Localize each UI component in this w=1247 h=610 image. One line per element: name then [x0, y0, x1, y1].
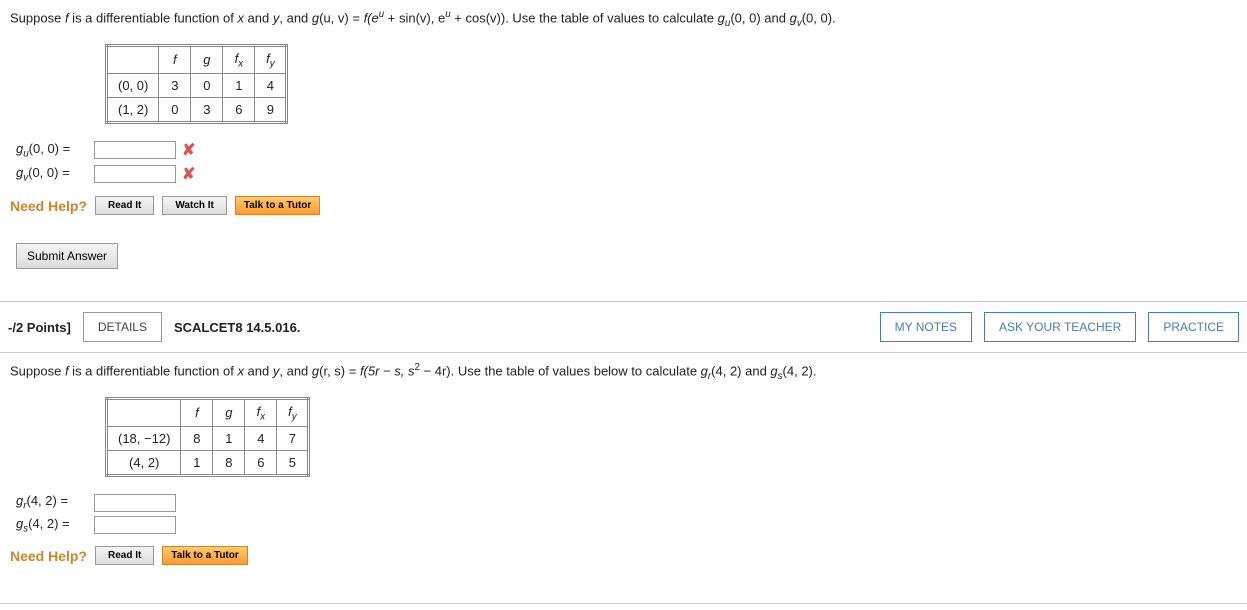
table-cell: 4 — [245, 427, 277, 451]
bottom-divider — [0, 603, 1247, 604]
practice-button[interactable]: PRACTICE — [1148, 312, 1239, 342]
text: is a differentiable function of — [69, 10, 238, 25]
text: (4, 2) and — [711, 363, 770, 378]
table-row: (4, 2) 1 8 6 5 — [107, 451, 309, 476]
text: and — [244, 363, 273, 378]
q2-prompt: Suppose f is a differentiable function o… — [10, 361, 1237, 385]
text: is a differentiable function of — [69, 363, 238, 378]
table-header — [107, 398, 181, 427]
table-cell: 9 — [255, 98, 287, 123]
text: , and — [279, 363, 312, 378]
watch-it-button[interactable]: Watch It — [162, 196, 227, 215]
table-cell: 7 — [277, 427, 309, 451]
q2-table: f g fx fy (18, −12) 8 1 4 7 (4, 2) 1 8 6… — [105, 397, 310, 478]
q1-answer-gv: gv(0, 0) = ✘ — [16, 164, 1237, 184]
points-label: -/2 Points] — [8, 320, 71, 335]
text: g — [770, 363, 777, 378]
answer-input-gr[interactable] — [94, 494, 176, 512]
submit-answer-button[interactable]: Submit Answer — [16, 243, 118, 269]
text: g — [701, 363, 708, 378]
text: , and — [279, 10, 312, 25]
question-header-bar: -/2 Points] DETAILS SCALCET8 14.5.016. M… — [0, 301, 1247, 353]
answer-input-gu[interactable] — [94, 141, 176, 159]
q1-answer-gu: gu(0, 0) = ✘ — [16, 140, 1237, 160]
read-it-button[interactable]: Read It — [95, 196, 154, 215]
table-header: fx — [245, 398, 277, 427]
text: − 4r). Use the table of values below to … — [420, 363, 701, 378]
q1-table: f g fx fy (0, 0) 3 0 1 4 (1, 2) 0 3 6 9 — [105, 44, 288, 125]
answer-label: gu(0, 0) = — [16, 141, 94, 160]
table-cell: 6 — [223, 98, 255, 123]
table-header: f — [159, 45, 191, 74]
text: (u, v) = — [319, 10, 363, 25]
answer-input-gv[interactable] — [94, 165, 176, 183]
need-help-row: Need Help? Read It Watch It Talk to a Tu… — [10, 196, 1237, 215]
table-header: g — [213, 398, 245, 427]
table-cell: 5 — [277, 451, 309, 476]
table-header: fy — [277, 398, 309, 427]
table-cell: 0 — [191, 74, 223, 98]
table-row: (1, 2) 0 3 6 9 — [107, 98, 287, 123]
need-help-row: Need Help? Read It Talk to a Tutor — [10, 546, 1237, 565]
wrong-icon: ✘ — [182, 140, 195, 160]
table-cell: 4 — [255, 74, 287, 98]
answer-label: gr(4, 2) = — [16, 493, 94, 512]
text: f(e — [364, 10, 379, 25]
table-cell: 0 — [159, 98, 191, 123]
text: and — [244, 10, 273, 25]
book-reference: SCALCET8 14.5.016. — [174, 320, 300, 335]
text: (r, s) = — [319, 363, 360, 378]
table-cell: (0, 0) — [107, 74, 159, 98]
table-cell: 1 — [223, 74, 255, 98]
q2-answer-gr: gr(4, 2) = — [16, 493, 1237, 512]
table-cell: (18, −12) — [107, 427, 181, 451]
table-cell: 6 — [245, 451, 277, 476]
table-header: g — [191, 45, 223, 74]
table-header — [107, 45, 159, 74]
table-cell: 8 — [213, 451, 245, 476]
text: (0, 0). — [802, 10, 836, 25]
table-cell: (1, 2) — [107, 98, 159, 123]
details-button[interactable]: DETAILS — [83, 312, 162, 342]
q1-prompt: Suppose f is a differentiable function o… — [10, 8, 1237, 32]
table-header-row: f g fx fy — [107, 398, 309, 427]
table-cell: (4, 2) — [107, 451, 181, 476]
table-header: f — [181, 398, 213, 427]
text: (0, 0) and — [730, 10, 789, 25]
table-cell: 1 — [213, 427, 245, 451]
talk-to-tutor-button[interactable]: Talk to a Tutor — [162, 546, 247, 565]
need-help-label: Need Help? — [10, 198, 87, 214]
answer-label: gs(4, 2) = — [16, 516, 94, 535]
text: g — [790, 10, 797, 25]
question-1: Suppose f is a differentiable function o… — [0, 0, 1247, 277]
ask-teacher-button[interactable]: ASK YOUR TEACHER — [984, 312, 1136, 342]
table-cell: 8 — [181, 427, 213, 451]
text: Suppose — [10, 363, 65, 378]
wrong-icon: ✘ — [182, 164, 195, 184]
q2-answer-gs: gs(4, 2) = — [16, 516, 1237, 535]
table-row: (18, −12) 8 1 4 7 — [107, 427, 309, 451]
talk-to-tutor-button[interactable]: Talk to a Tutor — [235, 196, 320, 215]
table-header: fx — [223, 45, 255, 74]
text: + sin(v), e — [384, 10, 445, 25]
my-notes-button[interactable]: MY NOTES — [880, 312, 972, 342]
text: f(5r − s, s — [360, 363, 415, 378]
table-cell: 3 — [159, 74, 191, 98]
text: (4, 2). — [783, 363, 817, 378]
table-header: fy — [255, 45, 287, 74]
question-2: Suppose f is a differentiable function o… — [0, 353, 1247, 583]
table-header-row: f g fx fy — [107, 45, 287, 74]
text: + cos(v)). Use the table of values to ca… — [451, 10, 718, 25]
text: g — [718, 10, 725, 25]
answer-input-gs[interactable] — [94, 516, 176, 534]
read-it-button[interactable]: Read It — [95, 546, 154, 565]
table-row: (0, 0) 3 0 1 4 — [107, 74, 287, 98]
table-cell: 3 — [191, 98, 223, 123]
text: Suppose — [10, 10, 65, 25]
answer-label: gv(0, 0) = — [16, 165, 94, 184]
table-cell: 1 — [181, 451, 213, 476]
need-help-label: Need Help? — [10, 548, 87, 564]
